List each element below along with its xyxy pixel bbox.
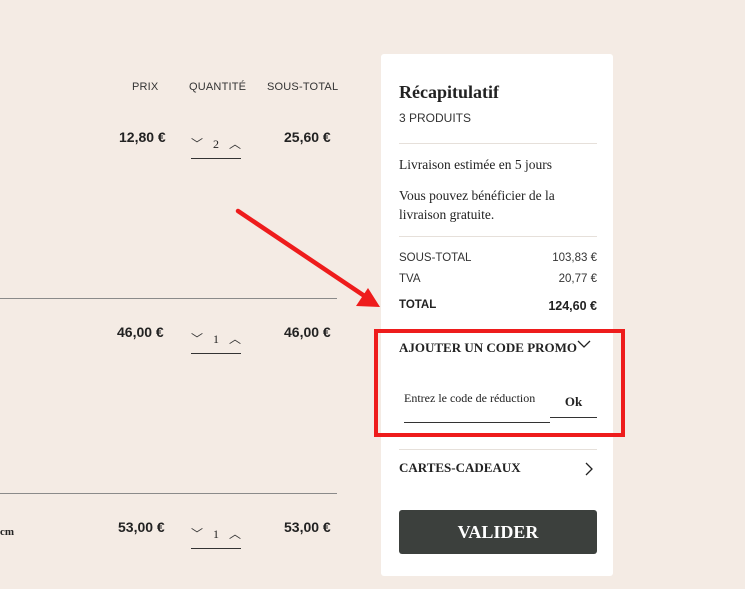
column-header-price: PRIX — [132, 81, 159, 93]
increase-chevron-icon[interactable]: ︿ — [229, 330, 241, 347]
chevron-right-icon[interactable] — [583, 462, 595, 476]
order-summary-panel: Récapitulatif 3 PRODUITS Livraison estim… — [381, 54, 613, 576]
row-2-quantity-stepper[interactable]: ﹀ 1 ︿ — [191, 328, 241, 354]
column-header-quantity: QUANTITÉ — [189, 81, 247, 93]
vat-label: TVA — [399, 273, 421, 285]
row-3-subtotal: 53,00 € — [284, 519, 331, 535]
annotation-highlight-box — [374, 329, 625, 437]
divider — [399, 143, 597, 144]
gift-cards-link[interactable]: CARTES-CADEAUX — [399, 460, 521, 476]
subtotal-label: SOUS-TOTAL — [399, 252, 472, 264]
column-header-subtotal: SOUS-TOTAL — [267, 81, 339, 93]
validate-order-button[interactable]: VALIDER — [399, 510, 597, 554]
total-label: TOTAL — [399, 299, 437, 311]
total-value: 124,60 € — [548, 299, 597, 313]
vat-value: 20,77 € — [558, 273, 597, 285]
row-2-subtotal: 46,00 € — [284, 324, 331, 340]
row-1-subtotal: 25,60 € — [284, 129, 331, 145]
free-delivery-note: Vous pouvez bénéficier de la livraison g… — [399, 188, 555, 222]
row-1-quantity-stepper[interactable]: ﹀ 2 ︿ — [191, 133, 241, 159]
row-3-quantity-stepper[interactable]: ﹀ 1 ︿ — [191, 523, 241, 549]
row-3-product-name-fragment: cm — [0, 526, 15, 538]
increase-chevron-icon[interactable]: ︿ — [229, 525, 241, 542]
delivery-estimate: Livraison estimée en 5 jours — [399, 157, 552, 172]
annotation-arrow-icon — [235, 208, 380, 307]
summary-title: Récapitulatif — [399, 82, 499, 102]
row-3-price: 53,00 € — [118, 519, 165, 535]
increase-chevron-icon[interactable]: ︿ — [229, 135, 241, 152]
row-divider — [0, 493, 337, 494]
row-1-price: 12,80 € — [119, 129, 166, 145]
row-2-price: 46,00 € — [117, 324, 164, 340]
product-count: 3 PRODUITS — [399, 111, 472, 125]
subtotal-value: 103,83 € — [552, 252, 597, 264]
divider — [399, 236, 597, 237]
divider — [399, 449, 597, 450]
